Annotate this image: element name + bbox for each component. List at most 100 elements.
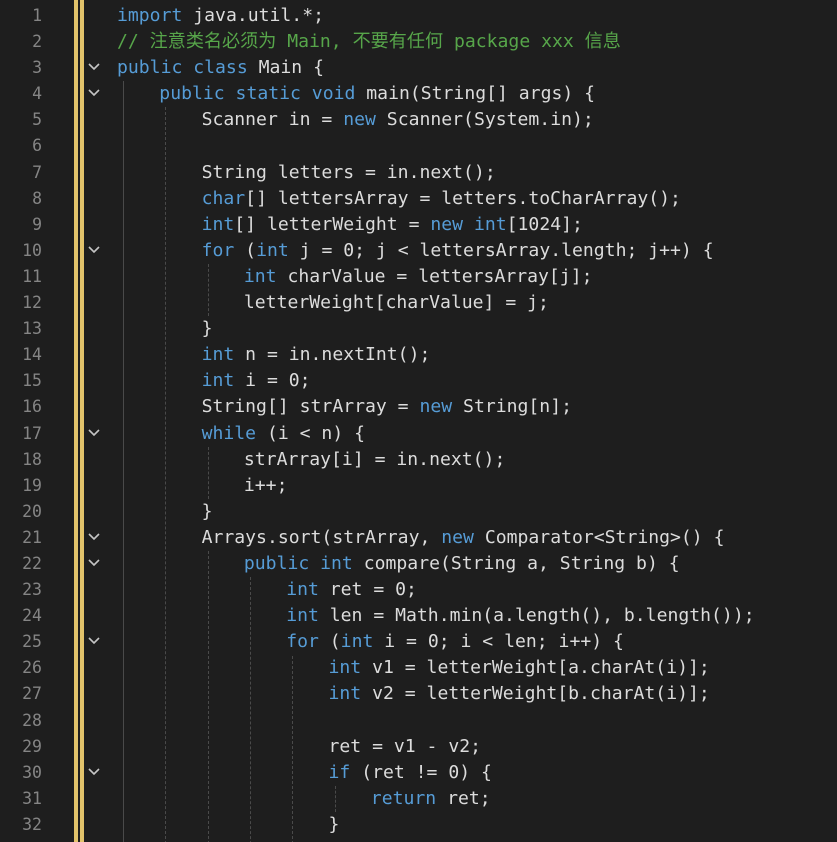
fold-chevron-down-icon[interactable] xyxy=(83,421,105,447)
code-line[interactable]: 29 ret = v1 - v2; xyxy=(0,734,837,760)
code-line[interactable]: 23 int ret = 0; xyxy=(0,577,837,603)
code-text: i++; xyxy=(244,473,288,499)
code-line[interactable]: 24 int len = Math.min(a.length(), b.lengt… xyxy=(0,603,837,629)
code-token: ( xyxy=(234,239,257,261)
line-number: 7 xyxy=(32,162,42,182)
line-number: 13 xyxy=(22,319,42,339)
code-token: j = 0; j < lettersArray.length; j++) { xyxy=(288,239,714,261)
code-token: i = 0; xyxy=(234,370,311,392)
code-token: ret = 0; xyxy=(318,579,417,601)
fold-chevron-down-icon[interactable] xyxy=(83,525,105,551)
code-editor[interactable]: 1 import java.util.*; 2 // 注意类名必须为 Main, 不要… xyxy=(0,0,837,842)
fold-chevron-down-icon[interactable] xyxy=(83,629,105,655)
code-line[interactable]: 8 char[] lettersArray = letters.toCharArr… xyxy=(0,186,837,212)
code-token: i++; xyxy=(243,474,288,496)
code-line[interactable]: 15 int i = 0; xyxy=(0,368,837,394)
code-line[interactable]: 16 String[] strArray = new String[n]; xyxy=(0,394,837,420)
fold-chevron-down-icon[interactable] xyxy=(83,760,105,786)
line-number: 2 xyxy=(32,32,42,52)
fold-chevron-down-icon[interactable] xyxy=(83,551,105,577)
keyword-token: public class xyxy=(117,57,248,79)
code-line[interactable]: 1 import java.util.*; xyxy=(0,3,837,29)
keyword-token: while xyxy=(201,422,257,444)
code-line[interactable]: 18 strArray[i] = in.next(); xyxy=(0,447,837,473)
code-line[interactable]: 21 Arrays.sort(strArray, new Comparator<S… xyxy=(0,525,837,551)
code-token: Scanner(System.in); xyxy=(375,109,594,131)
keyword-token: int xyxy=(286,579,319,601)
code-text: strArray[i] = in.next(); xyxy=(244,447,505,473)
line-number: 28 xyxy=(22,710,42,730)
code-line[interactable]: 32} xyxy=(0,812,837,838)
line-number: 16 xyxy=(22,397,42,417)
code-line[interactable]: 2 // 注意类名必须为 Main, 不要有任何 package xxx 信息 xyxy=(0,29,837,55)
code-line[interactable]: 20} xyxy=(0,499,837,525)
code-line[interactable]: 27 int v2 = letterWeight[b.charAt(i)]; xyxy=(0,681,837,707)
line-number: 20 xyxy=(22,501,42,521)
line-number: 14 xyxy=(22,345,42,365)
comment-token: // 注意类名必须为 Main, 不要有任何 package xxx 信息 xyxy=(117,31,621,53)
code-line[interactable]: 26 int v1 = letterWeight[a.charAt(i)]; xyxy=(0,655,837,681)
keyword-token: return xyxy=(370,787,437,809)
keyword-token: int xyxy=(201,344,235,366)
line-number: 11 xyxy=(22,266,42,286)
code-text: int v2 = letterWeight[b.charAt(i)]; xyxy=(329,681,710,707)
code-token: [1024]; xyxy=(506,213,583,235)
line-number: 19 xyxy=(22,475,42,495)
code-line[interactable]: 14 int n = in.nextInt(); xyxy=(0,342,837,368)
code-token: n = in.nextInt(); xyxy=(234,344,431,366)
code-text: int v1 = letterWeight[a.charAt(i)]; xyxy=(329,655,710,681)
code-token: (i < n) { xyxy=(256,422,365,444)
code-line[interactable]: 5 Scanner in = new Scanner(System.in); xyxy=(0,107,837,133)
keyword-token: new int xyxy=(430,213,507,235)
code-text: } xyxy=(329,812,340,838)
code-token: (ret != 0) { xyxy=(350,761,492,783)
code-line[interactable]: 22 public int compare(String a, String b)… xyxy=(0,551,837,577)
code-line[interactable]: 31 return ret; xyxy=(0,786,837,812)
code-line[interactable]: 19 i++; xyxy=(0,473,837,499)
code-token: ( xyxy=(318,631,341,653)
keyword-token: int xyxy=(340,631,374,653)
keyword-token: char xyxy=(201,187,246,209)
keyword-token: int xyxy=(201,370,235,392)
line-number: 12 xyxy=(22,293,42,313)
code-line[interactable]: 4 public static void main(String[] args) … xyxy=(0,81,837,107)
code-line[interactable]: 17 while (i < n) { xyxy=(0,421,837,447)
code-token: String[n]; xyxy=(452,396,572,418)
line-number: 15 xyxy=(22,371,42,391)
code-text: public static void main(String[] args) { xyxy=(159,81,595,107)
code-text: ret = v1 - v2; xyxy=(329,734,482,760)
code-token: } xyxy=(201,500,213,522)
code-text: int i = 0; xyxy=(202,368,311,394)
code-text: public int compare(String a, String b) { xyxy=(244,551,680,577)
code-text: for (int j = 0; j < lettersArray.length;… xyxy=(202,238,714,264)
code-text: Scanner in = new Scanner(System.in); xyxy=(202,107,594,133)
code-text: } xyxy=(202,316,213,342)
code-line[interactable]: 12 letterWeight[charValue] = j; xyxy=(0,290,837,316)
code-text: int[] letterWeight = new int[1024]; xyxy=(202,212,583,238)
code-line[interactable]: 9 int[] letterWeight = new int[1024]; xyxy=(0,212,837,238)
line-number: 5 xyxy=(32,110,42,130)
code-token: [] lettersArray = letters.toCharArray(); xyxy=(245,187,681,209)
fold-chevron-down-icon[interactable] xyxy=(83,81,105,107)
code-line[interactable]: 3 public class Main { xyxy=(0,55,837,81)
fold-chevron-down-icon[interactable] xyxy=(83,238,105,264)
code-text: char[] lettersArray = letters.toCharArra… xyxy=(202,186,681,212)
code-line[interactable]: 11 int charValue = lettersArray[j]; xyxy=(0,264,837,290)
keyword-token: int xyxy=(201,213,235,235)
code-line[interactable]: 10 for (int j = 0; j < lettersArray.lengt… xyxy=(0,238,837,264)
code-line[interactable]: 6 xyxy=(0,133,837,159)
code-line[interactable]: 30 if (ret != 0) { xyxy=(0,760,837,786)
code-line[interactable]: 7 String letters = in.next(); xyxy=(0,160,837,186)
code-line[interactable]: 25 for (int i = 0; i < len; i++) { xyxy=(0,629,837,655)
fold-chevron-down-icon[interactable] xyxy=(83,55,105,81)
code-text: int n = in.nextInt(); xyxy=(202,342,431,368)
code-token: Main { xyxy=(247,57,324,79)
line-number: 23 xyxy=(22,580,42,600)
code-line[interactable]: 13} xyxy=(0,316,837,342)
code-token: i = 0; i < len; i++) { xyxy=(373,631,624,653)
code-token: v2 = letterWeight[b.charAt(i)]; xyxy=(361,683,710,705)
code-line[interactable]: 28 xyxy=(0,708,837,734)
code-text: for (int i = 0; i < len; i++) { xyxy=(286,629,624,655)
code-token: java.util.*; xyxy=(182,5,324,26)
keyword-token: int xyxy=(328,657,362,679)
